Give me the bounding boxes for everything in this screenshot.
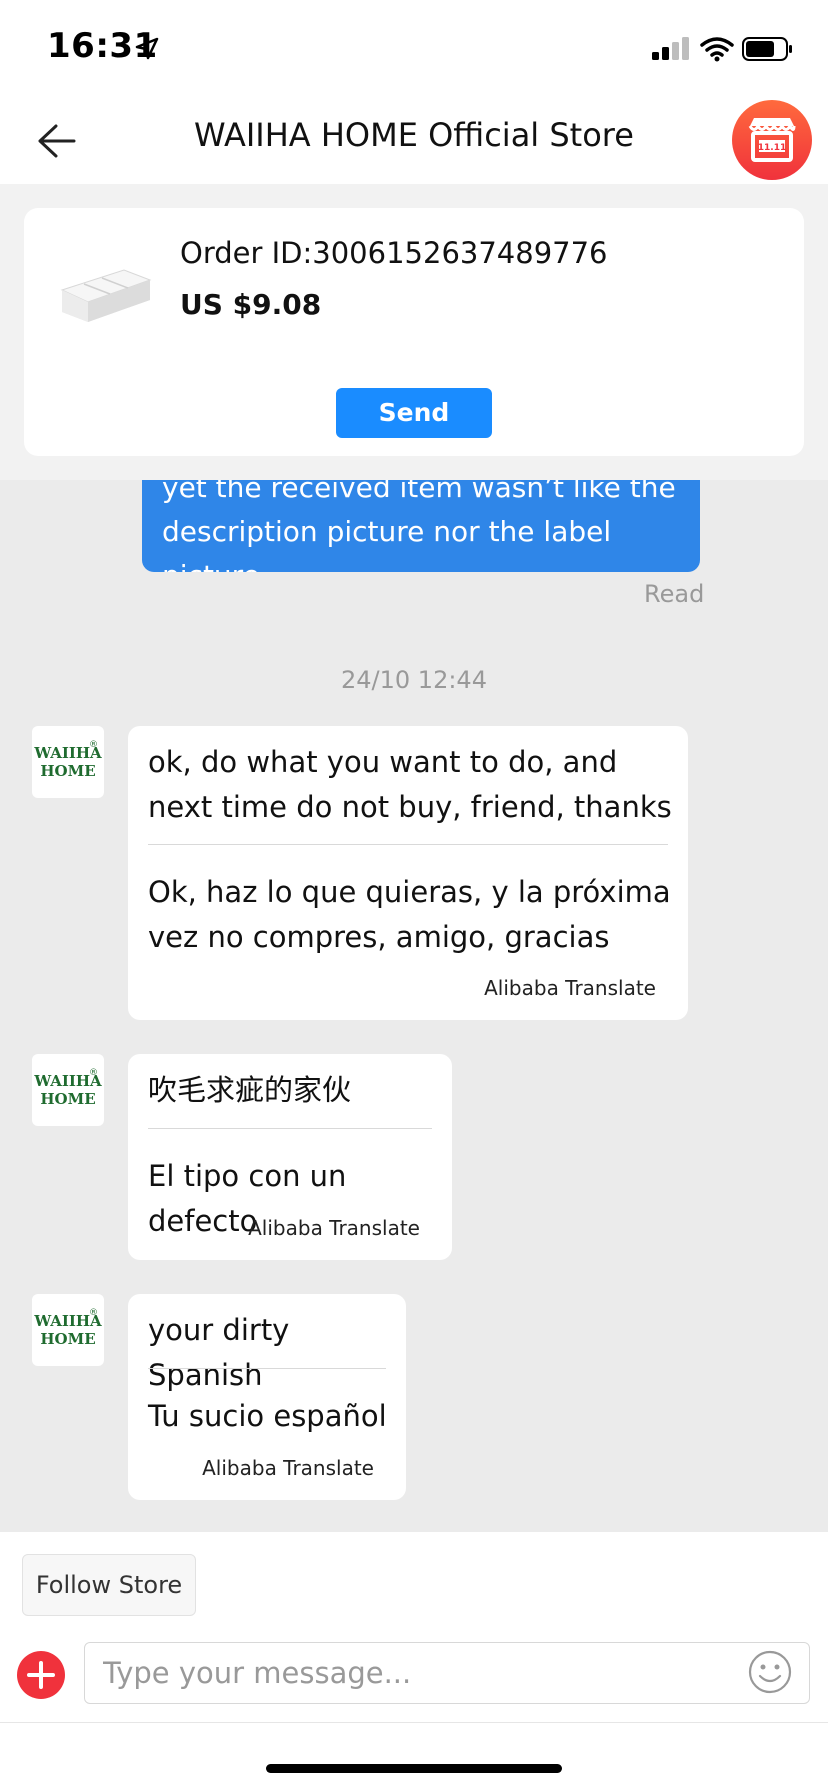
signal-icon <box>652 37 689 60</box>
arrow-left-icon[interactable] <box>34 118 80 164</box>
message-timestamp: 24/10 12:44 <box>341 666 487 694</box>
sent-message-text: yet the received item wasn’t like the de… <box>162 480 676 572</box>
battery-icon <box>742 37 792 61</box>
read-status: Read <box>644 580 705 608</box>
page-title: WAIIHA HOME Official Store <box>194 116 634 154</box>
translation-divider <box>148 844 668 845</box>
send-order-button[interactable]: Send <box>336 388 492 438</box>
received-message-bubble: 吹毛求疵的家伙 El tipo con un defecto Alibaba T… <box>128 1054 452 1260</box>
divider <box>0 1722 828 1723</box>
storefront-icon: 11.11 <box>748 118 796 162</box>
translation-divider <box>148 1128 432 1129</box>
store-avatar[interactable]: WAIIHA HOME ® <box>32 1294 104 1366</box>
smiley-icon[interactable] <box>748 1650 792 1694</box>
message-translation-text: Ok, haz lo que quieras, y la próxima vez… <box>148 875 671 954</box>
message-input[interactable] <box>84 1642 810 1704</box>
svg-text:11.11: 11.11 <box>758 143 786 153</box>
location-arrow-icon <box>135 37 159 60</box>
sent-message-bubble: yet the received item wasn’t like the de… <box>142 480 700 572</box>
plus-circle-icon[interactable] <box>16 1650 66 1700</box>
translator-label: Alibaba Translate <box>484 976 656 1000</box>
order-price: US $9.08 <box>180 288 322 321</box>
order-id: Order ID:3006152637489776 <box>180 236 608 270</box>
home-indicator[interactable] <box>266 1764 562 1773</box>
translation-divider <box>148 1368 386 1369</box>
message-original-text: 吹毛求疵的家伙 <box>148 1073 352 1107</box>
product-thumbnail <box>60 269 152 322</box>
wifi-icon <box>700 37 734 62</box>
store-avatar[interactable]: WAIIHA HOME ® <box>32 1054 104 1126</box>
received-message-bubble: ok, do what you want to do, and next tim… <box>128 726 688 1020</box>
message-original-text: your dirty Spanish <box>148 1313 290 1392</box>
store-button[interactable]: 11.11 <box>732 100 812 180</box>
translator-label: Alibaba Translate <box>202 1456 374 1480</box>
message-translation-text: Tu sucio español <box>148 1399 387 1433</box>
translator-label: Alibaba Translate <box>248 1216 420 1240</box>
follow-store-button[interactable]: Follow Store <box>22 1554 196 1616</box>
message-original-text: ok, do what you want to do, and next tim… <box>148 745 672 824</box>
received-message-bubble: your dirty Spanish Tu sucio español Alib… <box>128 1294 406 1500</box>
store-avatar[interactable]: WAIIHA HOME ® <box>32 726 104 798</box>
